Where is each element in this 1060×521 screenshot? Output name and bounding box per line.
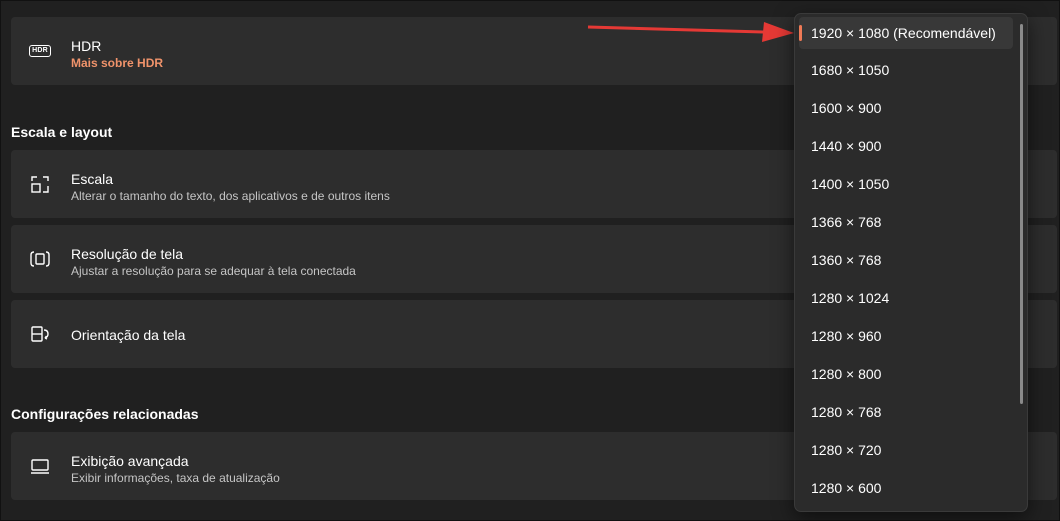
resolution-option[interactable]: 1400 × 1050 [799, 168, 1013, 200]
advanced-display-subtitle: Exibir informações, taxa de atualização [71, 471, 280, 485]
resolution-title: Resolução de tela [71, 246, 184, 262]
scale-subtitle: Alterar o tamanho do texto, dos aplicati… [71, 189, 390, 203]
orientation-icon [30, 324, 50, 344]
selected-indicator [799, 25, 802, 41]
resolution-option[interactable]: 1366 × 768 [799, 206, 1013, 238]
settings-window: HDR HDR Mais sobre HDR Escala e layout E… [0, 0, 1060, 521]
hdr-more-link[interactable]: Mais sobre HDR [71, 56, 163, 70]
resolution-option[interactable]: 1600 × 900 [799, 92, 1013, 124]
scale-title: Escala [71, 171, 114, 187]
monitor-icon [30, 456, 50, 476]
dropdown-scrollbar[interactable] [1020, 24, 1023, 404]
resolution-option[interactable]: 1280 × 960 [799, 320, 1013, 352]
resolution-option[interactable]: 1280 × 800 [799, 358, 1013, 390]
resolution-option[interactable]: 1280 × 600 [799, 472, 1013, 504]
resolution-option[interactable]: 1440 × 900 [799, 130, 1013, 162]
resolution-option[interactable]: 1280 × 720 [799, 434, 1013, 466]
resolution-option[interactable]: 1360 × 768 [799, 244, 1013, 276]
resolution-option[interactable]: 1920 × 1080 (Recomendável) [799, 17, 1013, 49]
advanced-display-title: Exibição avançada [71, 453, 189, 469]
section-scale-layout: Escala e layout [11, 124, 113, 140]
resolution-option[interactable]: 1280 × 1024 [799, 282, 1013, 314]
hdr-title: HDR [71, 38, 102, 54]
resolution-icon [30, 249, 50, 269]
resolution-option[interactable]: 1280 × 768 [799, 396, 1013, 428]
scale-icon [30, 174, 50, 194]
annotation-arrow [587, 22, 794, 42]
resolution-subtitle: Ajustar a resolução para se adequar à te… [71, 264, 356, 278]
resolution-option[interactable]: 1680 × 1050 [799, 54, 1013, 86]
section-related-settings: Configurações relacionadas [11, 406, 199, 422]
orientation-title: Orientação da tela [71, 327, 186, 343]
resolution-dropdown[interactable]: 1920 × 1080 (Recomendável) 1680 × 1050 1… [794, 13, 1028, 512]
hdr-icon: HDR [29, 41, 51, 61]
